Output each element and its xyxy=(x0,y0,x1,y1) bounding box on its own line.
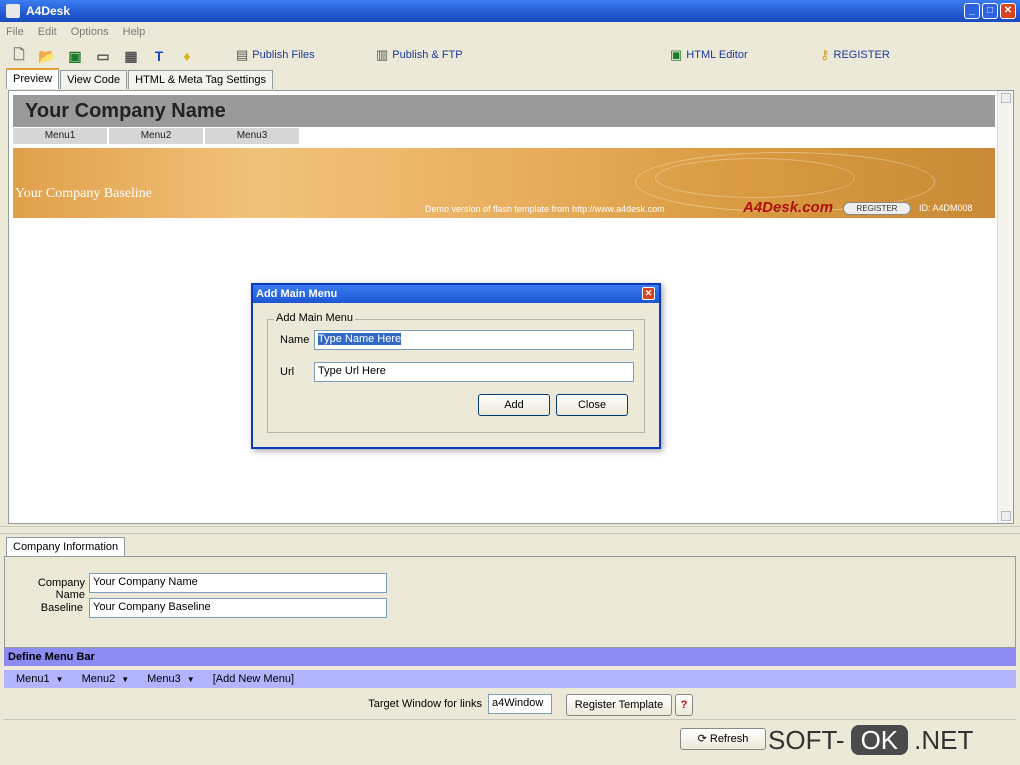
window-titlebar: A4Desk _ □ ✕ xyxy=(0,0,1020,22)
template-code: ID: A4DM008 xyxy=(919,203,973,213)
minimize-button[interactable]: _ xyxy=(964,3,980,19)
demo-notice: Demo version of flash template from http… xyxy=(425,204,665,214)
dropdown-arrow-icon: ▼ xyxy=(186,675,195,684)
menu-dropdown-1[interactable]: Menu1 ▼ xyxy=(16,673,64,685)
target-window-label: Target Window for links xyxy=(368,698,482,710)
register-button[interactable]: ⚷ REGISTER xyxy=(820,47,890,63)
menu-options[interactable]: Options xyxy=(71,26,109,38)
brand-logo: A4Desk.com xyxy=(743,199,834,216)
tab-preview[interactable]: Preview xyxy=(6,68,60,89)
refresh-button[interactable]: ⟳ Refresh xyxy=(680,728,766,750)
menu-url-input[interactable]: Type Url Here xyxy=(314,362,634,382)
tab-company-information[interactable]: Company Information xyxy=(6,537,126,557)
add-main-menu-dialog: Add Main Menu ✕ Add Main Menu Name Type … xyxy=(251,283,661,449)
preview-company-name: Your Company Name xyxy=(13,95,995,127)
tab-html-meta[interactable]: HTML & Meta Tag Settings xyxy=(128,70,273,89)
close-button[interactable]: ✕ xyxy=(1000,3,1016,19)
key-icon: ⚷ xyxy=(820,47,830,62)
app-icon xyxy=(6,4,20,18)
company-name-input[interactable]: Your Company Name xyxy=(89,573,387,593)
scroll-down-arrow[interactable] xyxy=(1001,511,1011,521)
tip-icon[interactable]: ♦ xyxy=(178,47,196,65)
dialog-title: Add Main Menu xyxy=(256,288,338,300)
publish-files-icon: ▤ xyxy=(236,47,249,62)
publish-files-button[interactable]: ▤ Publish Files xyxy=(236,47,315,63)
url-label: Url xyxy=(280,366,295,378)
menu-dropdown-3[interactable]: Menu3 ▼ xyxy=(147,673,195,685)
preview-menu-item[interactable]: Menu3 xyxy=(205,128,301,144)
window-controls: _ □ ✕ xyxy=(964,3,1016,19)
preview-baseline: Your Company Baseline xyxy=(15,186,153,201)
add-new-menu-link[interactable]: [Add New Menu] xyxy=(213,673,294,685)
menu-edit[interactable]: Edit xyxy=(38,26,57,38)
company-name-label: Company Name xyxy=(37,577,85,601)
define-menu-items: Menu1 ▼ Menu2 ▼ Menu3 ▼ [Add New Menu] xyxy=(4,670,1016,688)
name-label: Name xyxy=(280,334,310,346)
scroll-up-arrow[interactable] xyxy=(1001,93,1011,103)
baseline-input[interactable]: Your Company Baseline xyxy=(89,598,387,618)
new-icon[interactable]: 🗋 xyxy=(10,46,28,65)
top-tabs: Preview View Code HTML & Meta Tag Settin… xyxy=(6,68,274,90)
html-editor-button[interactable]: ▣ HTML Editor xyxy=(670,47,748,63)
text-icon[interactable]: T xyxy=(150,47,168,65)
dialog-groupbox: Add Main Menu Name Type Name Here Url Ty… xyxy=(267,312,645,433)
preview-menu-strip: Menu1 Menu2 Menu3 xyxy=(13,128,301,144)
banner-swirl xyxy=(655,158,855,198)
preview-menu-item[interactable]: Menu1 xyxy=(13,128,109,144)
target-window-row: Target Window for links a4Window Registe… xyxy=(4,690,1016,720)
publish-ftp-button[interactable]: ▥ Publish & FTP xyxy=(376,47,463,63)
company-info-panel: Company Name Your Company Name Baseline … xyxy=(4,556,1016,648)
add-button[interactable]: Add xyxy=(478,394,550,416)
window-title: A4Desk xyxy=(26,4,71,18)
save-icon[interactable]: ▣ xyxy=(66,47,84,65)
menu-name-input[interactable]: Type Name Here xyxy=(314,330,634,350)
define-menu-bar-header: Define Menu Bar xyxy=(4,648,1016,666)
help-button[interactable]: ? xyxy=(675,694,693,716)
preview-menu-item[interactable]: Menu2 xyxy=(109,128,205,144)
refresh-icon: ⟳ xyxy=(697,733,707,745)
menu-bar: File Edit Options Help xyxy=(0,22,1020,42)
dialog-close-icon[interactable]: ✕ xyxy=(642,287,655,300)
register-template-button[interactable]: Register Template xyxy=(566,694,672,716)
menu-dropdown-2[interactable]: Menu2 ▼ xyxy=(82,673,130,685)
target-window-input[interactable]: a4Window xyxy=(488,694,552,714)
open-icon[interactable]: 📂 xyxy=(38,47,56,65)
toolbar: 🗋 📂 ▣ ▭ ▦ T ♦ ▤ Publish Files ▥ Publish … xyxy=(0,42,1020,70)
pane-splitter[interactable] xyxy=(0,526,1020,534)
template-icon[interactable]: ▦ xyxy=(122,47,140,65)
preview-scrollbar[interactable] xyxy=(997,91,1013,523)
dropdown-arrow-icon: ▼ xyxy=(55,675,64,684)
preview-icon[interactable]: ▭ xyxy=(94,47,112,65)
preview-banner: Your Company Baseline Demo version of fl… xyxy=(13,148,995,218)
menu-help[interactable]: Help xyxy=(123,26,146,38)
groupbox-label: Add Main Menu xyxy=(274,312,356,324)
menu-file[interactable]: File xyxy=(6,26,24,38)
tab-view-code[interactable]: View Code xyxy=(60,70,128,89)
maximize-button[interactable]: □ xyxy=(982,3,998,19)
banner-register-button[interactable]: REGISTER xyxy=(843,202,911,215)
dialog-titlebar: Add Main Menu ✕ xyxy=(253,285,659,303)
baseline-label: Baseline xyxy=(40,602,83,614)
html-editor-icon: ▣ xyxy=(670,47,683,62)
publish-ftp-icon: ▥ xyxy=(376,47,389,62)
watermark: SOFT- OK .NET xyxy=(768,725,974,755)
dropdown-arrow-icon: ▼ xyxy=(121,675,130,684)
dialog-close-button[interactable]: Close xyxy=(556,394,628,416)
